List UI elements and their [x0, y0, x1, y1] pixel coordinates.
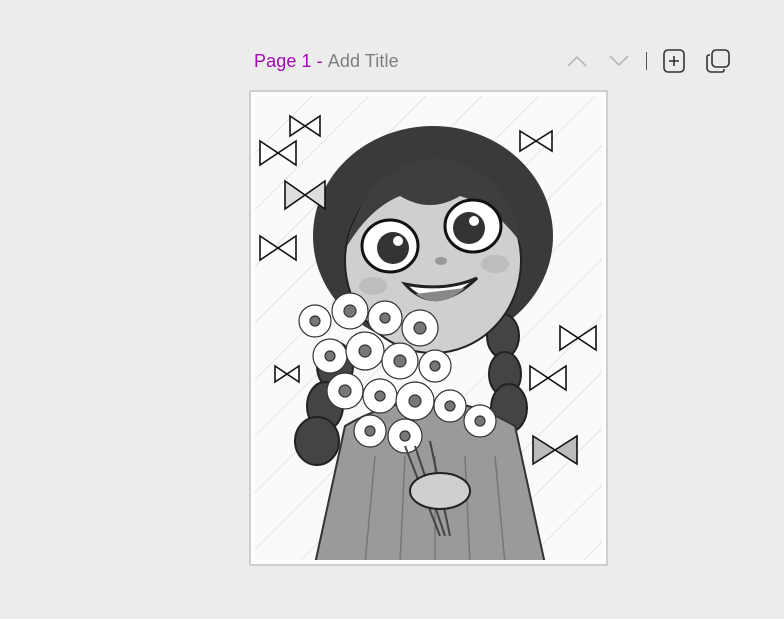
canvas-content: [255, 96, 602, 560]
duplicate-page-button[interactable]: [701, 44, 735, 78]
chevron-down-icon: [609, 55, 629, 67]
toolbar-divider: [646, 52, 647, 70]
page-canvas[interactable]: [249, 90, 608, 566]
duplicate-page-icon: [706, 49, 730, 73]
add-page-icon: [663, 49, 685, 73]
page-header: Page 1 - Add Title: [254, 48, 399, 74]
add-page-button[interactable]: [657, 44, 691, 78]
chevron-up-icon: [567, 55, 587, 67]
move-page-up-button[interactable]: [560, 44, 594, 78]
move-page-down-button[interactable]: [602, 44, 636, 78]
page-title-input[interactable]: Add Title: [328, 51, 399, 72]
page-number-label: Page 1: [254, 50, 312, 71]
page-toolbar: [560, 44, 735, 78]
page-title-separator: -: [316, 50, 323, 71]
coloring-page-illustration: [255, 96, 602, 560]
